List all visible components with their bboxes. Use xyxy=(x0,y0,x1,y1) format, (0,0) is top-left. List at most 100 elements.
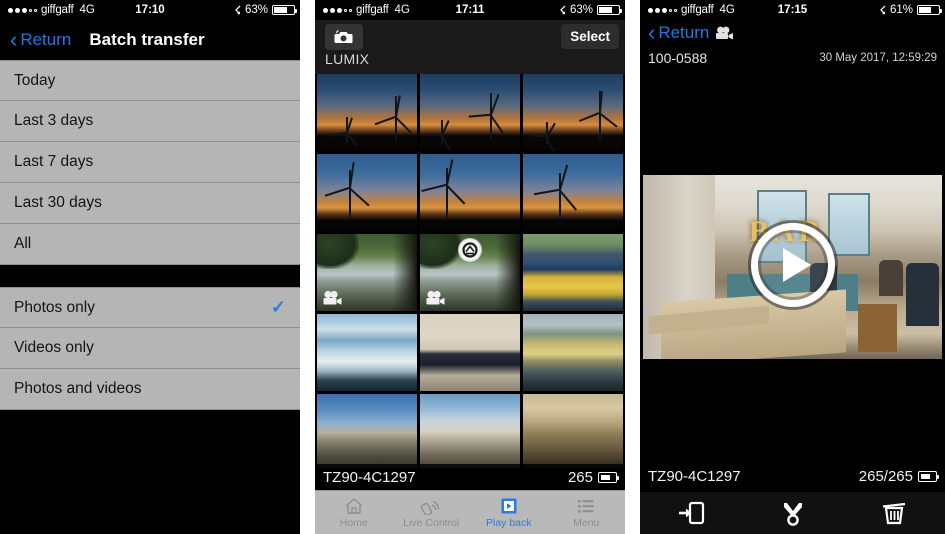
play-button[interactable] xyxy=(750,223,835,307)
file-id-label: 100-0588 xyxy=(648,50,708,66)
share-button[interactable] xyxy=(742,500,844,526)
action-toolbar xyxy=(640,492,945,534)
bluetooth-icon: ☇ xyxy=(234,4,241,17)
list-item-last-3-days[interactable]: Last 3 days xyxy=(0,101,300,142)
page-title: Batch transfer xyxy=(89,30,205,49)
movie-camera-icon xyxy=(715,26,735,41)
thumbnail-cathedral-tower[interactable] xyxy=(317,394,417,468)
return-button[interactable]: ‹ Return xyxy=(648,22,709,44)
thumbnail-wind-turbine-dusk-6[interactable] xyxy=(523,154,623,231)
list-item-label: Photos and videos xyxy=(14,380,142,397)
network-type-label: 4G xyxy=(719,4,735,16)
thumbnail-yellow-boat-hull[interactable] xyxy=(523,234,623,311)
list-item-today[interactable]: Today xyxy=(0,60,300,101)
camera-battery-icon xyxy=(918,470,939,482)
list-item-last-30-days[interactable]: Last 30 days xyxy=(0,183,300,224)
list-menu-icon xyxy=(578,499,594,512)
thumbnail-grid xyxy=(315,74,625,468)
play-triangle-icon xyxy=(782,248,811,282)
chevron-left-icon: ‹ xyxy=(10,27,18,52)
navigation-bar: ‹ Return Batch transfer xyxy=(0,20,300,60)
thumbnail-wind-turbine-dusk-4[interactable] xyxy=(317,154,417,231)
thumbnail-lakeside-boats-1[interactable] xyxy=(317,234,417,311)
save-to-phone-button[interactable] xyxy=(640,500,742,526)
photo-count-label: 265 xyxy=(567,468,593,486)
network-type-label: 4G xyxy=(79,4,95,16)
battery-icon xyxy=(917,5,942,15)
signal-strength-icon xyxy=(323,7,352,13)
list-item-label: Last 30 days xyxy=(14,194,102,211)
tab-label: Live Control xyxy=(403,516,460,529)
camera-status-footer: TZ90-4C1297 265 xyxy=(315,464,625,490)
signal-strength-icon xyxy=(648,7,677,13)
network-type-label: 4G xyxy=(394,4,410,16)
thumbnail-wind-turbines-dusk-3[interactable] xyxy=(523,74,623,151)
list-item-label: All xyxy=(14,235,32,252)
list-item-photos-only[interactable]: Photos only ✓ xyxy=(0,287,300,328)
battery-percent-label: 61% xyxy=(889,4,913,16)
tab-live-control[interactable]: Live Control xyxy=(393,491,471,534)
battery-icon xyxy=(597,5,622,15)
camera-battery-icon xyxy=(598,471,619,483)
screen-lumix-playback: giffgaff 4G 17:11 ☇ 63% LUMIX Select TZ9… xyxy=(315,0,625,534)
list-item-last-7-days[interactable]: Last 7 days xyxy=(0,142,300,183)
list-item-label: Photos only xyxy=(14,298,95,316)
status-bar: giffgaff 4G 17:15 ☇ 61% xyxy=(640,0,945,20)
date-filter-list: Today Last 3 days Last 7 days Last 30 da… xyxy=(0,60,300,265)
camera-status-footer: TZ90-4C1297 265/265 xyxy=(640,460,945,492)
thumbnail-wind-turbines-dusk-1[interactable] xyxy=(317,74,417,151)
tab-label: Menu xyxy=(573,516,600,529)
video-badge-icon xyxy=(425,290,447,306)
battery-percent-label: 63% xyxy=(569,4,593,16)
photo-index-label: 265/265 xyxy=(858,467,913,485)
status-bar: giffgaff 4G 17:10 ☇ 63% xyxy=(0,0,300,20)
carrier-label: giffgaff xyxy=(41,4,74,16)
camera-device-name: TZ90-4C1297 xyxy=(323,468,416,486)
tab-menu[interactable]: Menu xyxy=(548,491,626,534)
list-item-label: Last 3 days xyxy=(14,112,94,129)
signal-strength-icon xyxy=(8,7,37,13)
list-item-label: Videos only xyxy=(14,339,94,356)
tab-home[interactable]: Home xyxy=(315,491,393,534)
bluetooth-icon: ☇ xyxy=(559,4,566,17)
list-item-label: Today xyxy=(14,71,56,89)
bluetooth-icon: ☇ xyxy=(879,4,886,17)
play-square-icon xyxy=(501,498,517,513)
list-item-videos-only[interactable]: Videos only xyxy=(0,328,300,369)
return-label: Return xyxy=(658,23,710,42)
screen-gap xyxy=(625,0,640,534)
camera-header: LUMIX Select xyxy=(315,20,625,74)
section-divider xyxy=(0,265,300,287)
video-stage: BAR xyxy=(640,70,945,460)
thumbnail-wind-turbines-dusk-2[interactable] xyxy=(420,74,520,151)
camera-icon[interactable] xyxy=(325,24,363,50)
battery-icon xyxy=(272,5,297,15)
list-item-label: Last 7 days xyxy=(14,153,94,170)
thumbnail-blue-motorboat[interactable] xyxy=(317,314,417,391)
return-label: Return xyxy=(20,30,72,49)
camera-device-name: TZ90-4C1297 xyxy=(648,467,741,485)
home-icon xyxy=(345,497,363,514)
tab-play-back[interactable]: Play back xyxy=(470,491,548,534)
brand-label: LUMIX xyxy=(325,51,370,67)
select-button[interactable]: Select xyxy=(561,24,619,49)
share-fork-icon xyxy=(783,503,802,526)
media-type-list: Photos only ✓ Videos only Photos and vid… xyxy=(0,287,300,410)
thumbnail-lakeside-boats-2[interactable] xyxy=(420,234,520,311)
video-badge-icon xyxy=(322,290,344,306)
thumbnail-stone-carving[interactable] xyxy=(523,394,623,468)
trash-icon xyxy=(883,502,906,525)
wifi-remote-icon xyxy=(420,500,440,515)
thumbnail-crow-on-ledge[interactable] xyxy=(420,314,520,391)
delete-button[interactable] xyxy=(843,500,945,526)
thumbnail-sunken-wreck[interactable] xyxy=(523,314,623,391)
thumbnail-cathedral-spires[interactable] xyxy=(420,394,520,468)
file-meta-bar: 100-0588 30 May 2017, 12:59:29 xyxy=(640,46,945,70)
list-item-all[interactable]: All xyxy=(0,224,300,265)
thumbnail-wind-turbine-dusk-5[interactable] xyxy=(420,154,520,231)
screen-batch-transfer: giffgaff 4G 17:10 ☇ 63% ‹ Return Batch t… xyxy=(0,0,300,534)
screen-gap xyxy=(300,0,315,534)
transfer-progress-icon xyxy=(458,238,482,262)
list-item-photos-and-videos[interactable]: Photos and videos xyxy=(0,369,300,410)
return-button[interactable]: ‹ Return xyxy=(10,29,71,51)
